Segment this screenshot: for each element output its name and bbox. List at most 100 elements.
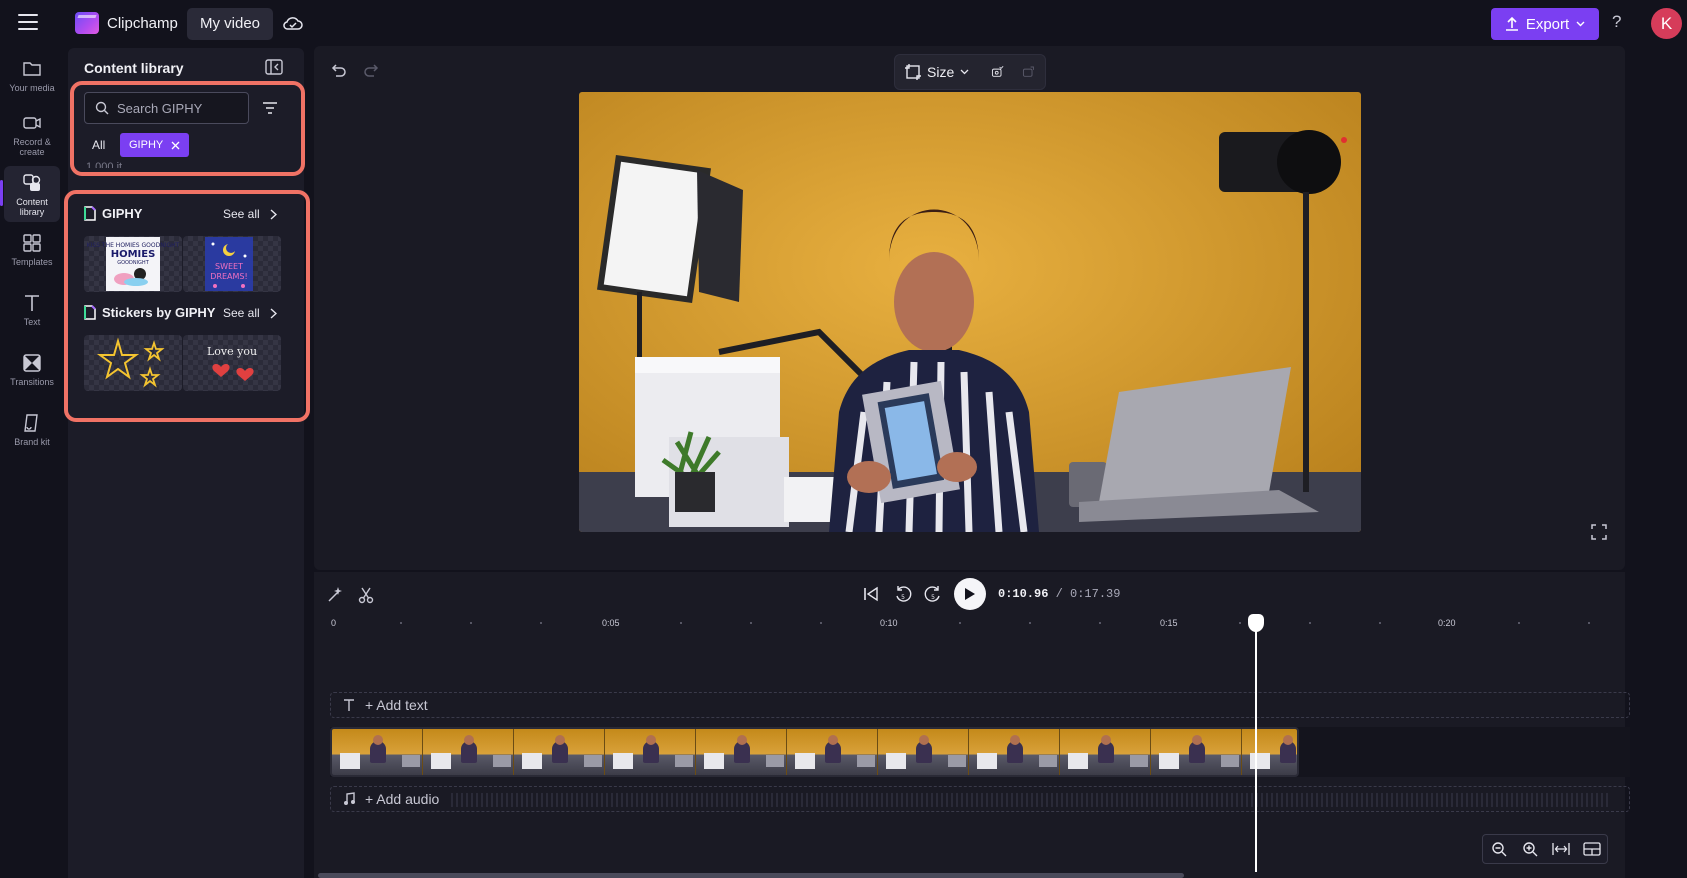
ruler-tick-label: 0:05 [602, 618, 620, 628]
rail-item-templates[interactable]: Templates [4, 226, 60, 282]
ruler-tick-label: 0:15 [1160, 618, 1178, 628]
video-preview[interactable] [579, 92, 1361, 532]
play-button[interactable] [954, 578, 986, 610]
sticker-text: Love you [207, 345, 257, 358]
chevron-down-icon [1576, 21, 1585, 27]
svg-text:GOODNIGHT: GOODNIGHT [117, 260, 149, 266]
magic-tools-icon[interactable] [326, 586, 344, 604]
rail-label: Brand kit [14, 437, 50, 447]
brand-kit-icon [24, 414, 38, 432]
results-count: 1,000 it... [86, 161, 132, 168]
rail-item-record-create[interactable]: Record & create [4, 106, 60, 162]
clip-frame [1242, 729, 1297, 775]
ruler-dot [959, 622, 961, 624]
export-label: Export [1525, 15, 1570, 33]
ruler-tick-label: 0 [331, 618, 337, 628]
sticker-tile-stars[interactable] [84, 335, 182, 391]
timeline-layout-icon[interactable] [1582, 840, 1601, 858]
search-input[interactable] [117, 100, 237, 116]
clip-frame [696, 729, 787, 775]
homies-gif-thumbnail: KISS THE HOMIES GOODNIGHT HOMIES GOODNIG… [87, 237, 180, 291]
fullscreen-icon[interactable] [1591, 524, 1607, 540]
skip-to-start-icon[interactable] [862, 585, 880, 603]
add-audio-label: + Add audio [365, 791, 440, 807]
undo-icon[interactable] [328, 60, 348, 80]
brand-name: Clipchamp [107, 14, 178, 32]
forward-5-icon[interactable]: 5 [924, 584, 942, 604]
clip-frame [423, 729, 514, 775]
giphy-icon [84, 305, 96, 320]
clipchamp-logo-icon [75, 12, 99, 34]
see-all-giphy-link[interactable]: See all [223, 207, 277, 221]
giphy-icon [84, 206, 96, 221]
giphy-tile-homies[interactable]: KISS THE HOMIES GOODNIGHT HOMIES GOODNIG… [84, 236, 182, 292]
zoom-controls [1482, 834, 1608, 864]
sticker-tile-love-you[interactable]: Love you [183, 335, 281, 391]
timeline-scrollbar[interactable] [318, 873, 1184, 878]
zoom-out-icon[interactable] [1490, 840, 1508, 858]
preview-area: Size [314, 46, 1625, 570]
rail-item-transitions[interactable]: Transitions [4, 346, 60, 402]
clip-frame [878, 729, 969, 775]
search-field[interactable] [84, 92, 249, 124]
export-button[interactable]: Export [1491, 8, 1599, 40]
clip-frame [969, 729, 1060, 775]
menu-icon[interactable] [18, 14, 38, 34]
transport-controls: 5 5 0:10.96 / 0:17.39 [862, 578, 1120, 610]
see-all-label: See all [223, 306, 260, 320]
video-track [330, 727, 1630, 777]
close-icon[interactable] [171, 141, 180, 150]
zoom-in-icon[interactable] [1521, 840, 1539, 858]
rail-label: Your media [9, 83, 55, 93]
rail-item-your-media[interactable]: Your media [4, 52, 60, 108]
ruler-tick-label: 0:20 [1438, 618, 1456, 628]
play-icon [965, 588, 975, 600]
filter-icon [263, 102, 277, 114]
project-name-button[interactable]: My video [187, 8, 274, 40]
collapse-panel-icon[interactable] [265, 59, 283, 75]
fit-to-timeline-icon[interactable] [1551, 840, 1570, 858]
redo-icon[interactable] [362, 60, 382, 80]
video-clip[interactable] [330, 727, 1299, 777]
crop-icon[interactable] [1022, 64, 1035, 80]
auto-compose-icon[interactable] [991, 64, 1004, 80]
filter-button[interactable] [254, 92, 286, 124]
playhead-handle[interactable] [1248, 614, 1264, 632]
ruler-dot [1379, 622, 1381, 624]
section-stickers-header: Stickers by GIPHY [84, 305, 215, 320]
clip-frame [605, 729, 696, 775]
add-text-track[interactable]: + Add text [330, 692, 1630, 718]
stars-sticker-thumbnail [96, 337, 165, 388]
aspect-ratio-button[interactable]: Size [905, 64, 969, 80]
top-bar: Clipchamp My video Export ? K [0, 0, 1687, 48]
split-scissors-icon[interactable] [357, 586, 375, 604]
see-all-label: See all [223, 207, 260, 221]
rail-label: Record & create [13, 137, 51, 157]
avatar[interactable]: K [1651, 8, 1682, 39]
cloud-sync-icon[interactable] [282, 14, 304, 34]
filter-chip-giphy[interactable]: GIPHY [120, 133, 190, 157]
giphy-tile-sweet-dreams[interactable]: SWEET DREAMS! [183, 236, 281, 292]
chip-label: GIPHY [129, 139, 164, 151]
rewind-5-icon[interactable]: 5 [894, 584, 912, 604]
ruler-dot [820, 622, 822, 624]
rail-item-text[interactable]: Text [4, 286, 60, 342]
see-all-stickers-link[interactable]: See all [223, 306, 277, 320]
ruler-dot [680, 622, 682, 624]
clip-frame [332, 729, 423, 775]
ruler-dot [1309, 622, 1311, 624]
rail-item-brand-kit[interactable]: Brand kit [4, 406, 60, 462]
add-audio-track[interactable]: + Add audio [330, 786, 1630, 812]
filter-chip-all[interactable]: All [84, 134, 113, 156]
search-icon [95, 101, 109, 115]
clip-frame [1060, 729, 1151, 775]
preview-toolbar: Size [894, 54, 1046, 90]
upload-icon [1505, 16, 1518, 31]
help-icon[interactable]: ? [1612, 12, 1621, 32]
audio-waveform-placeholder [451, 793, 1611, 807]
ruler-tick-label: 0:10 [880, 618, 898, 628]
clip-frame [514, 729, 605, 775]
svg-text:5: 5 [931, 594, 935, 601]
text-icon [25, 295, 39, 311]
rail-item-content-library[interactable]: Content library [0, 166, 60, 222]
